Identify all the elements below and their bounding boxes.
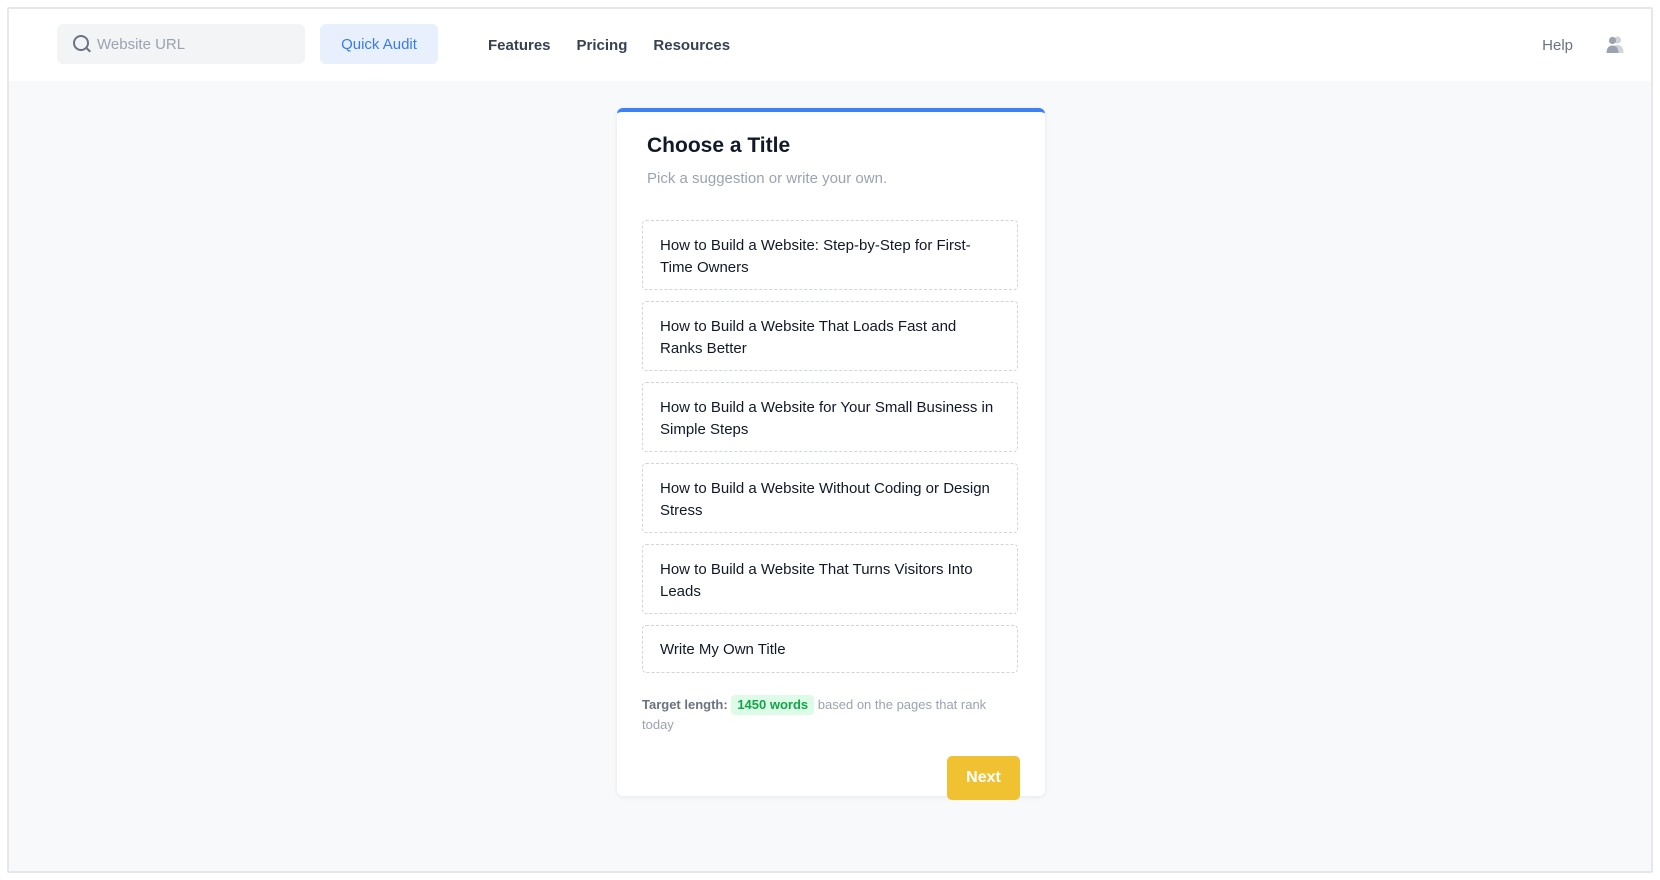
- title-options: How to Build a Website: Step-by-Step for…: [642, 220, 1018, 684]
- card-title: Choose a Title: [647, 134, 791, 157]
- next-button[interactable]: Next: [947, 756, 1020, 800]
- title-option-5[interactable]: How to Build a Website That Turns Visito…: [642, 544, 1018, 614]
- target-length-label: Target length:: [642, 697, 728, 712]
- word-count-badge: 1450 words: [731, 695, 815, 715]
- search-box[interactable]: [57, 24, 305, 64]
- nav-features[interactable]: Features: [488, 37, 551, 54]
- title-option-2[interactable]: How to Build a Website That Loads Fast a…: [642, 301, 1018, 371]
- card-subtitle: Pick a suggestion or write your own.: [647, 170, 888, 187]
- top-bar: Quick Audit Features Pricing Resources H…: [9, 9, 1651, 81]
- title-option-1[interactable]: How to Build a Website: Step-by-Step for…: [642, 220, 1018, 290]
- app-frame: Quick Audit Features Pricing Resources H…: [7, 7, 1653, 873]
- quick-audit-button[interactable]: Quick Audit: [320, 24, 438, 64]
- target-length-note: Target length: 1450 words based on the p…: [642, 695, 1002, 735]
- main-nav: Features Pricing Resources: [488, 9, 730, 81]
- title-chooser-card: Choose a Title Pick a suggestion or writ…: [617, 108, 1045, 800]
- help-link[interactable]: Help: [1542, 9, 1573, 81]
- write-own-title-option[interactable]: Write My Own Title: [642, 625, 1018, 673]
- nav-resources[interactable]: Resources: [653, 37, 730, 54]
- search-icon: [73, 35, 89, 51]
- website-url-input[interactable]: [97, 24, 297, 64]
- nav-pricing[interactable]: Pricing: [577, 37, 628, 54]
- user-group-icon[interactable]: [1605, 34, 1625, 54]
- title-option-3[interactable]: How to Build a Website for Your Small Bu…: [642, 382, 1018, 452]
- title-option-4[interactable]: How to Build a Website Without Coding or…: [642, 463, 1018, 533]
